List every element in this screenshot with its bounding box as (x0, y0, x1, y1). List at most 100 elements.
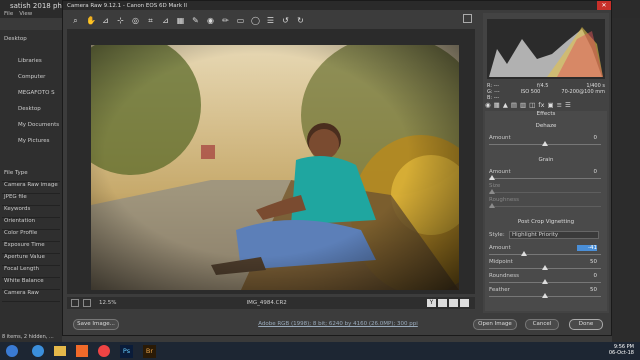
panel-tabs: ◉ ▦ ▲ ▤ ▥ ◫ fx ▣ ≡ ☰ (485, 101, 607, 110)
slider-thumb[interactable] (489, 175, 495, 180)
filter-item[interactable]: Camera Raw image (2, 182, 60, 194)
menu-file[interactable]: File (4, 11, 13, 17)
radial-filter-icon[interactable]: ◯ (251, 16, 260, 25)
file-name: IMG_4984.CR2 (246, 300, 287, 306)
split-tone-tab-icon[interactable]: ▥ (520, 101, 526, 110)
done-button[interactable]: Done (569, 319, 603, 330)
explorer-icon[interactable] (54, 346, 66, 356)
fullscreen-icon[interactable] (463, 14, 472, 23)
sidebar-desktop-2[interactable]: Desktop (18, 106, 41, 112)
slider-grain-roughness: Roughness (489, 197, 601, 211)
filter-item[interactable]: Focal Length (2, 266, 60, 278)
hsl-tab-icon[interactable]: ▤ (511, 101, 517, 110)
start-button-icon[interactable] (6, 345, 18, 357)
slider-value[interactable]: 0 (577, 169, 598, 175)
white-balance-icon[interactable]: ⊿ (101, 16, 110, 25)
slider-value[interactable]: 50 (577, 259, 597, 265)
sidebar-megafoto[interactable]: MEGAFOTO S (18, 90, 55, 96)
presets-tab-icon[interactable]: ≡ (557, 101, 562, 110)
sidebar-my-pictures[interactable]: My Pictures (18, 138, 50, 144)
slider-thumb[interactable] (520, 251, 527, 256)
filter-item[interactable]: JPEG file (2, 194, 60, 206)
close-button[interactable]: ✕ (597, 1, 611, 10)
lens-tab-icon[interactable]: ◫ (529, 101, 535, 110)
filter-item[interactable]: Keywords (2, 206, 60, 218)
toggle-icon[interactable] (460, 299, 469, 307)
crop-icon[interactable]: ⌗ (146, 16, 155, 25)
slider-value[interactable]: 0 (577, 273, 598, 279)
filter-item[interactable]: Orientation (2, 218, 60, 230)
filter-item[interactable]: Camera Raw (2, 290, 60, 302)
straighten-icon[interactable]: ⊿ (161, 16, 170, 25)
transform-icon[interactable]: ▦ (176, 16, 185, 25)
dialog-title: Camera Raw 9.12.1 - Canon EOS 6D Mark II (63, 1, 611, 10)
spot-removal-icon[interactable]: ✎ (191, 16, 200, 25)
color-sampler-icon[interactable]: ⊹ (116, 16, 125, 25)
slider-track[interactable] (489, 178, 601, 179)
browser-ie-icon[interactable] (32, 345, 44, 357)
zoom-out-button[interactable] (71, 299, 79, 307)
slider-vignette-roundness[interactable]: Roundness 0 (489, 273, 601, 287)
camera-tab-icon[interactable]: ▣ (547, 101, 553, 110)
zoom-tool-icon[interactable]: ⌕ (71, 16, 80, 25)
sidebar-desktop[interactable]: Desktop (4, 36, 27, 42)
menu-view[interactable]: View (19, 11, 32, 17)
status-text: 8 items, 2 hidden, ... (2, 334, 54, 340)
filter-item[interactable]: Exposure Time (2, 242, 60, 254)
readout-iso: ISO 500 (520, 89, 541, 95)
bridge-right-panel (612, 18, 640, 342)
photoshop-icon[interactable]: Ps (120, 344, 133, 358)
slider-value[interactable]: -41 (577, 245, 597, 251)
open-image-button[interactable]: Open Image (473, 319, 517, 330)
slider-thumb[interactable] (542, 293, 548, 298)
slider-value[interactable]: 50 (577, 287, 597, 293)
copy-settings-icon[interactable] (449, 299, 458, 307)
rotate-right-icon[interactable]: ↻ (296, 16, 305, 25)
detail-tab-icon[interactable]: ▲ (503, 101, 508, 110)
slider-vignette-midpoint[interactable]: Midpoint 50 (489, 259, 601, 273)
preferences-icon[interactable]: ☰ (266, 16, 275, 25)
slider-value[interactable]: 0 (577, 135, 598, 141)
effects-panel: Effects Dehaze Amount 0 Grain Amount 0 S… (485, 111, 607, 311)
sidebar-my-documents[interactable]: My Documents (18, 122, 59, 128)
slider-track[interactable] (489, 254, 601, 255)
rotate-left-icon[interactable]: ↺ (281, 16, 290, 25)
media-player-icon[interactable] (76, 345, 88, 357)
slider-thumb[interactable] (542, 279, 548, 284)
preview-photo (91, 45, 459, 290)
clock: 9:56 PM 06-Oct-18 (609, 344, 634, 356)
target-adjust-icon[interactable]: ◎ (131, 16, 140, 25)
basic-tab-icon[interactable]: ◉ (485, 101, 491, 110)
sidebar-libraries[interactable]: Libraries (18, 58, 42, 64)
slider-label: Roundness (489, 273, 520, 279)
style-select[interactable]: Highlight Priority (509, 231, 599, 239)
slider-thumb (489, 203, 495, 208)
filter-item[interactable]: Color Profile (2, 230, 60, 242)
brush-icon[interactable]: ✏ (221, 16, 230, 25)
bridge-icon[interactable]: Br (143, 344, 156, 358)
filter-item[interactable]: Aperture Value (2, 254, 60, 266)
effects-tab-icon[interactable]: fx (538, 101, 544, 110)
snapshots-tab-icon[interactable]: ☰ (565, 101, 571, 110)
slider-dehaze-amount[interactable]: Amount 0 (489, 135, 601, 149)
slider-thumb[interactable] (542, 265, 548, 270)
graduated-filter-icon[interactable]: ▭ (236, 16, 245, 25)
cancel-button[interactable]: Cancel (525, 319, 559, 330)
zoom-level[interactable]: 12.5% (99, 300, 116, 306)
curve-tab-icon[interactable]: ▦ (494, 101, 500, 110)
filter-item[interactable]: White Balance (2, 278, 60, 290)
before-after-icon[interactable]: Y (427, 299, 436, 307)
chrome-icon[interactable] (98, 345, 110, 357)
filter-panel: File Type Camera Raw image JPEG file Keywor… (2, 170, 60, 302)
slider-thumb[interactable] (542, 141, 548, 146)
slider-track (489, 192, 601, 193)
slider-grain-amount[interactable]: Amount 0 (489, 169, 601, 183)
zoom-in-button[interactable] (83, 299, 91, 307)
slider-vignette-amount[interactable]: Amount -41 (489, 245, 601, 259)
swap-icon[interactable] (438, 299, 447, 307)
filter-item[interactable]: File Type (2, 170, 60, 182)
sidebar-computer[interactable]: Computer (18, 74, 45, 80)
red-eye-icon[interactable]: ◉ (206, 16, 215, 25)
slider-vignette-feather[interactable]: Feather 50 (489, 287, 601, 301)
hand-tool-icon[interactable]: ✋ (86, 16, 96, 25)
